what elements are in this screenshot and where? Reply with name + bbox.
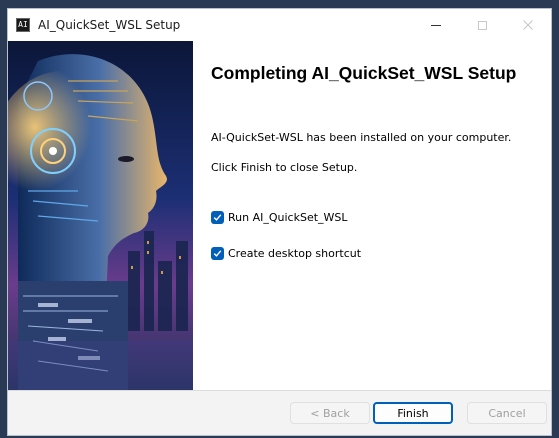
wizard-content: Completing AI_QuickSet_WSL Setup AI-Quic… [8, 41, 551, 390]
app-icon: AI [16, 18, 30, 32]
minimize-button[interactable] [413, 9, 459, 41]
close-button[interactable] [505, 9, 551, 41]
checkbox-checked[interactable] [211, 247, 224, 260]
cyborg-head-illustration [8, 41, 193, 390]
installed-message: AI-QuickSet-WSL has been installed on yo… [211, 131, 512, 144]
installer-window: AI AI_QuickSet_WSL Setup Completing AI_Q… [7, 8, 552, 436]
cancel-button[interactable]: Cancel [467, 402, 547, 424]
checkmark-icon [213, 250, 222, 257]
close-icon [523, 20, 533, 30]
desktop-shortcut-label: Create desktop shortcut [228, 247, 362, 260]
maximize-button[interactable] [459, 9, 505, 41]
finish-button[interactable]: Finish [373, 402, 453, 424]
minimize-icon [431, 24, 441, 26]
back-button[interactable]: < Back [290, 402, 370, 424]
checkmark-icon [213, 214, 222, 221]
run-app-label: Run AI_QuickSet_WSL [228, 211, 348, 224]
checkbox-checked[interactable] [211, 211, 224, 224]
page-title: Completing AI_QuickSet_WSL Setup [211, 63, 517, 83]
finish-instruction: Click Finish to close Setup. [211, 161, 358, 174]
finish-page: Completing AI_QuickSet_WSL Setup AI-Quic… [193, 41, 551, 390]
run-app-checkbox[interactable]: Run AI_QuickSet_WSL [211, 211, 348, 224]
button-bar: < Back Finish Cancel [8, 391, 551, 435]
title-bar: AI AI_QuickSet_WSL Setup [8, 9, 551, 41]
maximize-icon [477, 20, 487, 30]
window-title: AI_QuickSet_WSL Setup [38, 18, 181, 32]
wizard-side-image [8, 41, 193, 390]
desktop-shortcut-checkbox[interactable]: Create desktop shortcut [211, 247, 361, 260]
